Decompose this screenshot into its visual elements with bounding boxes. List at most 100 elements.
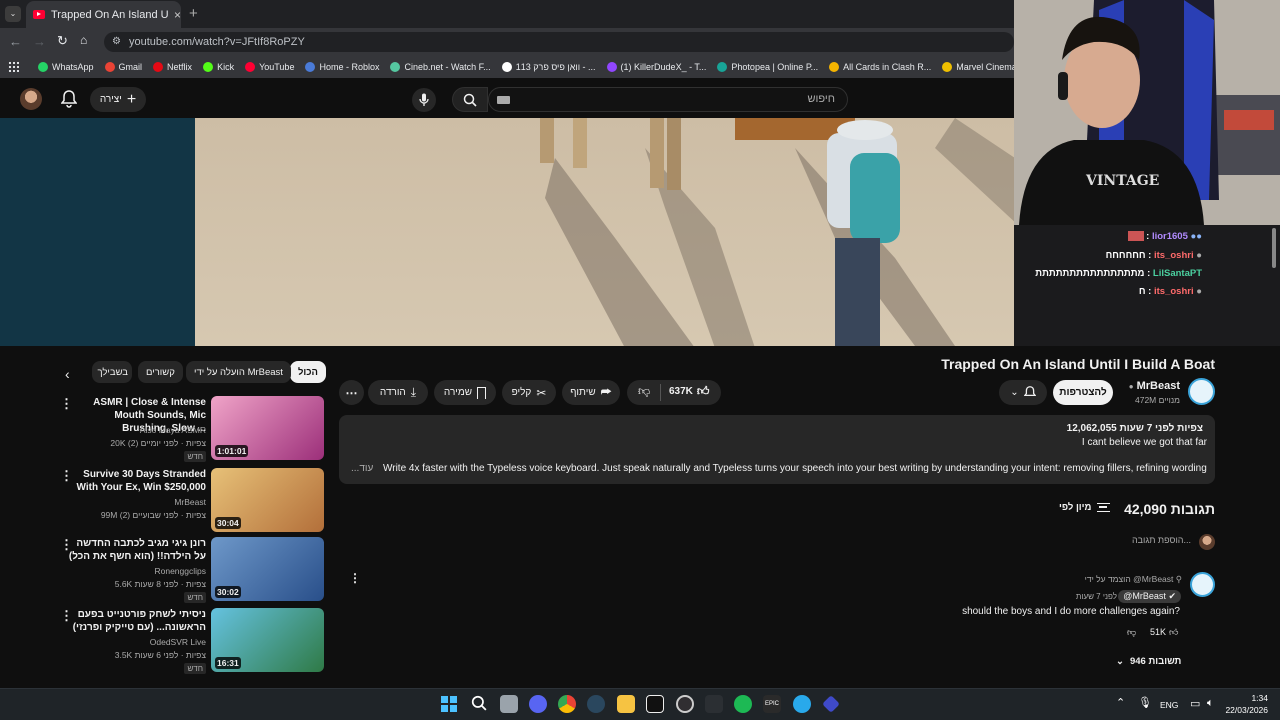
notifications-dropdown[interactable]: ⌄ <box>999 380 1047 405</box>
chip-for-you[interactable]: בשבילך <box>92 361 132 383</box>
replies-toggle[interactable]: ⌄ 946 תשובות <box>1116 656 1181 667</box>
spotify-icon[interactable] <box>734 695 752 713</box>
rec-channel[interactable]: OdedSVR Live <box>150 637 206 647</box>
bookmark-item[interactable]: וואן פיס פרק 113 - ... <box>501 62 596 72</box>
bookmark-item[interactable]: (1) KillerDudeX_ - T... <box>606 62 706 72</box>
bookmark-item[interactable]: YouTube <box>245 62 294 72</box>
comment-author-avatar[interactable] <box>1190 572 1215 597</box>
bookmark-icon <box>477 386 487 399</box>
video-frame[interactable] <box>195 118 1075 346</box>
speaker-icon[interactable]: 🔈︎ <box>1207 697 1214 710</box>
site-info-icon[interactable]: ⚙ <box>112 32 121 52</box>
download-button[interactable]: הורדה ⤓ <box>368 380 428 405</box>
tab-search-button[interactable]: ⌄ <box>5 6 21 22</box>
microphone-icon[interactable]: 🎙︎ <box>1138 696 1152 709</box>
comment-like-button[interactable]: 51K 👍︎ <box>1150 627 1178 638</box>
chip-all[interactable]: הכול <box>290 361 326 383</box>
clip-button[interactable]: קליפ ✂ <box>502 380 556 405</box>
tray-chevron-up-icon[interactable]: ⌃ <box>1116 696 1125 709</box>
create-button[interactable]: יצירה + <box>90 87 146 112</box>
clock-date[interactable]: 22/03/2026 <box>1225 705 1268 715</box>
keyboard-icon[interactable] <box>497 96 510 104</box>
comment-dislike-button[interactable]: 👎︎ <box>1127 627 1136 638</box>
tab-close-icon[interactable]: × <box>174 8 181 22</box>
bookmark-item[interactable]: Marvel Cinematic U... <box>942 62 1014 72</box>
comment-author[interactable]: @MrBeast ✔ <box>1118 590 1181 603</box>
search-icon[interactable] <box>471 695 487 711</box>
chips-prev-icon[interactable]: ‹ <box>65 366 70 382</box>
task-view-icon[interactable] <box>500 695 518 713</box>
rec-channel[interactable]: Also Maya ASMR <box>140 425 206 435</box>
add-comment-input[interactable]: הוספת תגובה... <box>351 535 1191 549</box>
rec-meta: 20K צפיות · לפני יומיים (2) <box>110 438 206 448</box>
bookmark-item[interactable]: Cineb.net - Watch F... <box>390 62 491 72</box>
start-windows-icon[interactable] <box>441 696 457 712</box>
chat-text: ח <box>1138 286 1146 297</box>
clock-time[interactable]: 1:34 <box>1251 693 1268 703</box>
bookmark-item[interactable]: All Cards in Clash R... <box>829 62 931 72</box>
file-explorer-icon[interactable] <box>617 695 635 713</box>
channel-avatar[interactable] <box>1188 378 1215 405</box>
browser-tab-active[interactable]: Trapped On An Island Until I Bu × <box>26 1 181 28</box>
comment-menu-icon[interactable]: ⋮ <box>349 571 361 585</box>
search-button[interactable] <box>452 87 488 112</box>
duration-badge: 1:01:01 <box>215 445 249 457</box>
duration-badge: 30:04 <box>215 517 241 529</box>
apps-grid-icon[interactable] <box>8 61 19 72</box>
search-input[interactable]: חיפוש <box>488 87 848 112</box>
reload-icon[interactable]: ↻ <box>57 33 68 49</box>
more-actions-button[interactable]: ⋯ <box>339 380 364 405</box>
capcut-icon[interactable] <box>646 695 664 713</box>
share-button[interactable]: שיתוף ⮫ <box>562 380 620 405</box>
rec-channel[interactable]: Ronenggclips <box>154 566 206 576</box>
description-more[interactable]: ...עוד <box>351 463 373 474</box>
bookmark-item[interactable]: Kick <box>203 62 234 72</box>
voice-search-icon[interactable] <box>412 88 436 112</box>
bookmark-item[interactable]: Gmail <box>104 62 142 72</box>
back-icon[interactable]: ← <box>9 34 22 49</box>
video-thumbnail[interactable]: 30:04 <box>211 468 324 532</box>
recommendation-item[interactable]: ⋮ 30:04 Survive 30 Days Stranded With Yo… <box>60 468 325 532</box>
chip-related[interactable]: קשורים <box>138 361 183 383</box>
video-thumbnail[interactable]: 1:01:01 <box>211 396 324 460</box>
download-icon: ⤓ <box>410 385 417 399</box>
avatar[interactable] <box>20 88 42 110</box>
chip-uploaded-by[interactable]: הועלה על ידי MrBeast <box>186 361 291 383</box>
video-thumbnail[interactable]: 30:02 <box>211 537 324 601</box>
telegram-icon[interactable] <box>793 695 811 713</box>
obs-icon[interactable] <box>676 695 694 713</box>
save-button[interactable]: שמירה <box>434 380 496 405</box>
recommendation-item[interactable]: ⋮ 30:02 רונן גיגי מגיב לכתבה החדשה על הי… <box>60 537 325 603</box>
plus-icon: + <box>126 90 137 108</box>
forward-icon[interactable]: → <box>33 34 46 49</box>
channel-name[interactable]: ● MrBeast <box>1129 380 1180 392</box>
new-tab-button[interactable]: + <box>189 5 198 22</box>
dislike-button[interactable]: 👎︎ <box>638 384 650 399</box>
rec-channel[interactable]: MrBeast <box>174 497 206 507</box>
subscribe-button[interactable]: להצטרפות <box>1053 380 1113 405</box>
like-button[interactable]: 637K 👍︎ <box>669 384 709 399</box>
bookmark-item[interactable]: Home - Roblox <box>305 62 379 72</box>
comment-text: should the boys and I do more challenges… <box>962 606 1180 617</box>
discord-icon[interactable] <box>529 695 547 713</box>
sort-comments-button[interactable]: מיון לפי <box>1059 502 1111 513</box>
url-text: youtube.com/watch?v=JFtIf8RoPZY <box>129 36 305 48</box>
network-icon[interactable]: ▭ <box>1190 697 1200 710</box>
epic-games-icon[interactable]: EPIC <box>763 695 781 713</box>
bookmark-item[interactable]: Netflix <box>153 62 192 72</box>
address-bar[interactable]: ⚙ youtube.com/watch?v=JFtIf8RoPZY <box>104 32 1014 52</box>
bookmark-item[interactable]: WhatsApp <box>38 62 94 72</box>
app-icon[interactable] <box>705 695 723 713</box>
bookmark-item[interactable]: Photopea | Online P... <box>717 62 818 72</box>
chrome-icon[interactable] <box>558 695 576 713</box>
recommendation-item[interactable]: ⋮ 16:31 ניסיתי לשחק פורטנייט בפעם הראשונ… <box>60 608 325 674</box>
language-indicator[interactable]: ENG <box>1160 700 1178 710</box>
description-box[interactable]: 12,062,055 צפיות לפני 7 שעות I cant beli… <box>339 415 1215 484</box>
bookmark-favicon-icon <box>829 62 840 72</box>
video-thumbnail[interactable]: 16:31 <box>211 608 324 672</box>
home-icon[interactable]: ⌂ <box>80 33 87 47</box>
chat-scrollbar[interactable] <box>1272 228 1276 268</box>
steam-icon[interactable] <box>587 695 605 713</box>
notifications-bell-icon[interactable] <box>61 90 77 108</box>
recommendation-item[interactable]: ⋮ 1:01:01 ASMR | Close & Intense Mouth S… <box>60 396 325 462</box>
